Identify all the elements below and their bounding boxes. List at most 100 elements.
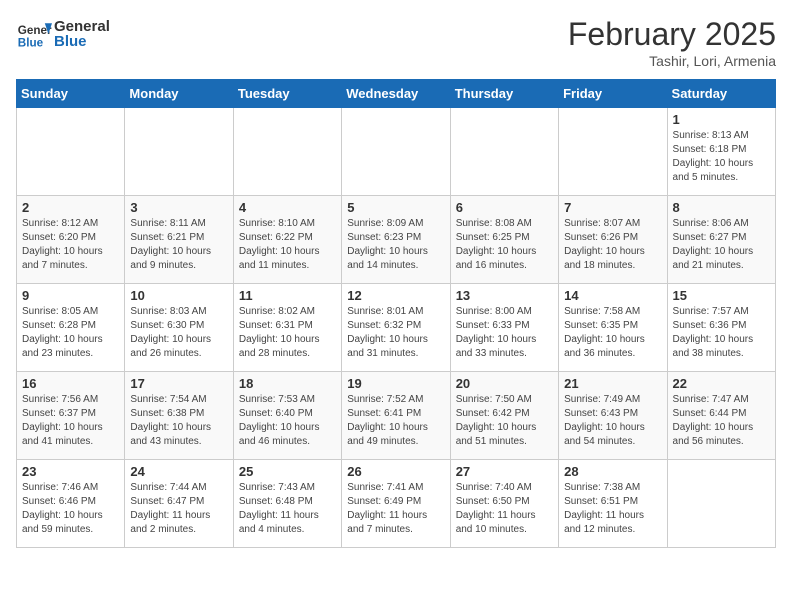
- calendar-cell: 14Sunrise: 7:58 AM Sunset: 6:35 PM Dayli…: [559, 284, 667, 372]
- calendar-cell: 16Sunrise: 7:56 AM Sunset: 6:37 PM Dayli…: [17, 372, 125, 460]
- calendar-cell: 18 Sunrise: 7:53 AM Sunset: 6:40 PM Dayli…: [233, 372, 341, 460]
- calendar-table: SundayMondayTuesdayWednesdayThursdayFrid…: [16, 79, 776, 548]
- day-info: Sunrise: 7:41 AM Sunset: 6:49 PM Dayligh…: [347, 481, 444, 537]
- calendar-week-3: 9Sunrise: 8:05 AM Sunset: 6:28 PM Daylig…: [17, 284, 776, 372]
- calendar-cell: 3 Sunrise: 8:11 AM Sunset: 6:21 PM Daylig…: [125, 196, 233, 284]
- day-number: 18: [239, 376, 336, 391]
- day-number: 28: [564, 464, 661, 479]
- calendar-cell: 26 Sunrise: 7:41 AM Sunset: 6:49 PM Dayli…: [342, 460, 450, 548]
- day-number: 12: [347, 288, 444, 303]
- day-number: 27: [456, 464, 553, 479]
- day-info: Sunrise: 7:54 AM Sunset: 6:38 PM Dayligh…: [130, 393, 227, 449]
- calendar-cell: 2Sunrise: 8:12 AM Sunset: 6:20 PM Daylig…: [17, 196, 125, 284]
- day-info: Sunrise: 7:57 AM Sunset: 6:36 PM Dayligh…: [673, 305, 770, 361]
- location: Tashir, Lori, Armenia: [568, 53, 776, 69]
- day-info: Sunrise: 7:52 AM Sunset: 6:41 PM Dayligh…: [347, 393, 444, 449]
- day-number: 1: [673, 112, 770, 127]
- logo-blue: Blue: [54, 33, 87, 50]
- day-info: Sunrise: 7:53 AM Sunset: 6:40 PM Dayligh…: [239, 393, 336, 449]
- day-info: Sunrise: 8:00 AM Sunset: 6:33 PM Dayligh…: [456, 305, 553, 361]
- calendar-cell: [233, 108, 341, 196]
- calendar-cell: 5 Sunrise: 8:09 AM Sunset: 6:23 PM Daylig…: [342, 196, 450, 284]
- page-header: General Blue General Blue February 2025 …: [16, 16, 776, 69]
- calendar-cell: 19Sunrise: 7:52 AM Sunset: 6:41 PM Dayli…: [342, 372, 450, 460]
- day-number: 22: [673, 376, 770, 391]
- calendar-cell: 21 Sunrise: 7:49 AM Sunset: 6:43 PM Dayli…: [559, 372, 667, 460]
- calendar-cell: 11Sunrise: 8:02 AM Sunset: 6:31 PM Dayli…: [233, 284, 341, 372]
- weekday-header-row: SundayMondayTuesdayWednesdayThursdayFrid…: [17, 80, 776, 108]
- day-info: Sunrise: 8:06 AM Sunset: 6:27 PM Dayligh…: [673, 217, 770, 273]
- day-info: Sunrise: 8:09 AM Sunset: 6:23 PM Dayligh…: [347, 217, 444, 273]
- day-number: 21: [564, 376, 661, 391]
- calendar-cell: 20Sunrise: 7:50 AM Sunset: 6:42 PM Dayli…: [450, 372, 558, 460]
- day-info: Sunrise: 8:01 AM Sunset: 6:32 PM Dayligh…: [347, 305, 444, 361]
- svg-text:Blue: Blue: [18, 37, 44, 50]
- day-number: 4: [239, 200, 336, 215]
- day-number: 14: [564, 288, 661, 303]
- weekday-header-wednesday: Wednesday: [342, 80, 450, 108]
- day-info: Sunrise: 8:13 AM Sunset: 6:18 PM Dayligh…: [673, 129, 770, 185]
- calendar-cell: 27 Sunrise: 7:40 AM Sunset: 6:50 PM Dayli…: [450, 460, 558, 548]
- day-number: 8: [673, 200, 770, 215]
- calendar-cell: 22 Sunrise: 7:47 AM Sunset: 6:44 PM Dayli…: [667, 372, 775, 460]
- title-block: February 2025 Tashir, Lori, Armenia: [568, 16, 776, 69]
- weekday-header-saturday: Saturday: [667, 80, 775, 108]
- weekday-header-thursday: Thursday: [450, 80, 558, 108]
- calendar-cell: [450, 108, 558, 196]
- calendar-cell: 23 Sunrise: 7:46 AM Sunset: 6:46 PM Dayli…: [17, 460, 125, 548]
- day-info: Sunrise: 8:07 AM Sunset: 6:26 PM Dayligh…: [564, 217, 661, 273]
- day-number: 20: [456, 376, 553, 391]
- calendar-cell: 24 Sunrise: 7:44 AM Sunset: 6:47 PM Dayli…: [125, 460, 233, 548]
- calendar-cell: 12 Sunrise: 8:01 AM Sunset: 6:32 PM Dayli…: [342, 284, 450, 372]
- calendar-cell: 13 Sunrise: 8:00 AM Sunset: 6:33 PM Dayli…: [450, 284, 558, 372]
- calendar-cell: 9Sunrise: 8:05 AM Sunset: 6:28 PM Daylig…: [17, 284, 125, 372]
- calendar-cell: [125, 108, 233, 196]
- day-info: Sunrise: 7:56 AM Sunset: 6:37 PM Dayligh…: [22, 393, 119, 449]
- calendar-cell: 1 Sunrise: 8:13 AM Sunset: 6:18 PM Daylig…: [667, 108, 775, 196]
- weekday-header-monday: Monday: [125, 80, 233, 108]
- day-info: Sunrise: 7:44 AM Sunset: 6:47 PM Dayligh…: [130, 481, 227, 537]
- day-info: Sunrise: 7:46 AM Sunset: 6:46 PM Dayligh…: [22, 481, 119, 537]
- calendar-cell: 17 Sunrise: 7:54 AM Sunset: 6:38 PM Dayli…: [125, 372, 233, 460]
- calendar-cell: [342, 108, 450, 196]
- day-number: 26: [347, 464, 444, 479]
- day-number: 2: [22, 200, 119, 215]
- calendar-cell: 25 Sunrise: 7:43 AM Sunset: 6:48 PM Dayli…: [233, 460, 341, 548]
- calendar-cell: 4 Sunrise: 8:10 AM Sunset: 6:22 PM Daylig…: [233, 196, 341, 284]
- day-info: Sunrise: 8:10 AM Sunset: 6:22 PM Dayligh…: [239, 217, 336, 273]
- weekday-header-tuesday: Tuesday: [233, 80, 341, 108]
- day-number: 25: [239, 464, 336, 479]
- logo-icon: General Blue: [16, 16, 52, 52]
- weekday-header-sunday: Sunday: [17, 80, 125, 108]
- day-number: 15: [673, 288, 770, 303]
- day-number: 7: [564, 200, 661, 215]
- calendar-week-2: 2Sunrise: 8:12 AM Sunset: 6:20 PM Daylig…: [17, 196, 776, 284]
- day-number: 17: [130, 376, 227, 391]
- day-info: Sunrise: 7:43 AM Sunset: 6:48 PM Dayligh…: [239, 481, 336, 537]
- calendar-cell: 15 Sunrise: 7:57 AM Sunset: 6:36 PM Dayli…: [667, 284, 775, 372]
- calendar-cell: 8 Sunrise: 8:06 AM Sunset: 6:27 PM Daylig…: [667, 196, 775, 284]
- day-number: 6: [456, 200, 553, 215]
- day-number: 5: [347, 200, 444, 215]
- calendar-cell: 7 Sunrise: 8:07 AM Sunset: 6:26 PM Daylig…: [559, 196, 667, 284]
- day-number: 3: [130, 200, 227, 215]
- weekday-header-friday: Friday: [559, 80, 667, 108]
- day-info: Sunrise: 7:49 AM Sunset: 6:43 PM Dayligh…: [564, 393, 661, 449]
- calendar-week-4: 16Sunrise: 7:56 AM Sunset: 6:37 PM Dayli…: [17, 372, 776, 460]
- day-info: Sunrise: 7:47 AM Sunset: 6:44 PM Dayligh…: [673, 393, 770, 449]
- calendar-cell: 10Sunrise: 8:03 AM Sunset: 6:30 PM Dayli…: [125, 284, 233, 372]
- calendar-cell: 28Sunrise: 7:38 AM Sunset: 6:51 PM Dayli…: [559, 460, 667, 548]
- day-info: Sunrise: 8:11 AM Sunset: 6:21 PM Dayligh…: [130, 217, 227, 273]
- day-info: Sunrise: 8:02 AM Sunset: 6:31 PM Dayligh…: [239, 305, 336, 361]
- calendar-week-5: 23 Sunrise: 7:46 AM Sunset: 6:46 PM Dayli…: [17, 460, 776, 548]
- day-number: 10: [130, 288, 227, 303]
- month-year: February 2025: [568, 16, 776, 53]
- day-info: Sunrise: 8:08 AM Sunset: 6:25 PM Dayligh…: [456, 217, 553, 273]
- day-info: Sunrise: 7:40 AM Sunset: 6:50 PM Dayligh…: [456, 481, 553, 537]
- calendar-week-1: 1 Sunrise: 8:13 AM Sunset: 6:18 PM Daylig…: [17, 108, 776, 196]
- day-number: 23: [22, 464, 119, 479]
- day-number: 9: [22, 288, 119, 303]
- day-number: 13: [456, 288, 553, 303]
- day-number: 24: [130, 464, 227, 479]
- logo: General Blue General Blue: [16, 16, 110, 52]
